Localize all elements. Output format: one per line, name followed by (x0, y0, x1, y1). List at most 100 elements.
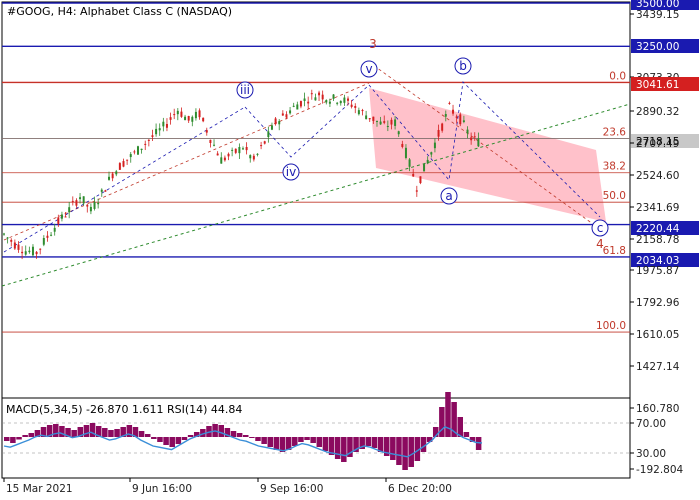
macd-bar (114, 429, 120, 437)
candle-body (118, 163, 121, 170)
candle-body (79, 197, 82, 200)
candle-body (473, 136, 476, 138)
candle-body (332, 94, 335, 99)
candle-body (299, 101, 302, 107)
candle-body (97, 202, 100, 205)
macd-bar (267, 437, 274, 447)
candle-body (412, 173, 415, 177)
candle-body (17, 244, 20, 250)
candle-body (180, 111, 183, 117)
candle-body (82, 196, 85, 204)
candle-body (343, 97, 346, 103)
wave-label-b: b (459, 59, 467, 73)
macd-bar (304, 437, 310, 440)
macd-bar (71, 430, 77, 437)
wave-label-3: 3 (369, 37, 377, 51)
candle-body (375, 120, 378, 122)
candle-body (216, 153, 219, 156)
macd-bar (10, 437, 16, 443)
candle-body (430, 152, 433, 155)
macd-bar (163, 437, 169, 445)
candle-body (42, 238, 45, 245)
wave-label-iii: iii (240, 83, 250, 97)
wave-label-a: a (445, 189, 452, 203)
candle-body (260, 145, 263, 147)
candle-body (242, 148, 244, 150)
candle-body (198, 110, 201, 118)
macd-bar (243, 435, 249, 437)
macd-bar (144, 434, 151, 437)
candle-body (68, 207, 71, 213)
candle-body (307, 101, 310, 104)
candle-body (361, 110, 364, 112)
macd-bar (292, 437, 298, 446)
y-tick-label: 1427.14 (636, 361, 680, 373)
candle-body (278, 121, 281, 125)
candle-body (89, 206, 92, 212)
candle-body (249, 155, 252, 159)
candle-body (35, 251, 38, 255)
candle-body (415, 190, 418, 192)
macd-bar (445, 392, 451, 437)
macd-bar (402, 437, 408, 470)
candle-body (151, 135, 154, 137)
candle-body (53, 227, 56, 232)
candle-body (191, 116, 194, 122)
wave-channel-line (3, 82, 370, 241)
candle-body (184, 116, 187, 121)
candle-body (24, 251, 27, 255)
candle-body (354, 106, 357, 108)
fib-label: 61.8 (603, 245, 626, 257)
candle-body (173, 114, 176, 116)
candle-body (321, 94, 324, 100)
candle-body (21, 251, 24, 254)
macd-bar (187, 435, 194, 437)
y-tick-label: 2890.32 (636, 106, 679, 118)
candle-body (50, 234, 53, 236)
candle-body (104, 190, 107, 192)
candle-body (71, 200, 74, 202)
macd-bar (298, 437, 304, 442)
macd-bar (463, 432, 470, 437)
candle-body (303, 98, 306, 101)
y-tick-label: 2707.49 (636, 138, 679, 150)
macd-bar (390, 437, 396, 460)
fib-label: 50.0 (603, 190, 626, 202)
macd-bar (236, 433, 243, 437)
candle-body (187, 115, 190, 121)
candle-body (433, 142, 436, 149)
y-tick-label: 1975.87 (636, 265, 679, 277)
candle-body (285, 114, 288, 118)
candle-body (147, 139, 150, 141)
macd-bar (408, 437, 414, 467)
candle-body (459, 114, 462, 125)
macd-bar (273, 437, 280, 450)
x-tick-label: 6 Dec 20:00 (388, 483, 452, 495)
candle-body (39, 248, 42, 250)
candle-body (256, 153, 259, 155)
candle-body (133, 151, 136, 153)
y-tick-label: 3439.15 (636, 9, 679, 21)
candle-body (408, 159, 411, 167)
x-tick-label: 9 Sep 16:00 (260, 483, 323, 495)
candle-body (270, 125, 273, 130)
candle-body (223, 157, 226, 161)
macd-bar (157, 437, 163, 442)
macd-bar (102, 428, 108, 437)
macd-bar (365, 437, 372, 446)
candle-body (144, 143, 147, 145)
price-chart: 0.023.638.250.061.8100.0 iiiivv3abc4 350… (1, 0, 699, 495)
indicator-tick-label: -192.804 (636, 464, 684, 476)
fib-label: 100.0 (596, 320, 626, 332)
candle-body (158, 128, 161, 131)
candle-body (444, 114, 447, 117)
candle-body (274, 118, 277, 125)
macd-bar (83, 425, 90, 437)
candle-body (205, 130, 208, 133)
y-tick-label: 2341.69 (636, 202, 679, 214)
candle-body (115, 171, 118, 175)
indicator-label: MACD(5,34,5) -26.870 1.611 RSI(14) 44.84 (6, 403, 242, 416)
candle-body (401, 143, 404, 147)
candle-body (75, 200, 78, 206)
candle-body (368, 118, 371, 120)
